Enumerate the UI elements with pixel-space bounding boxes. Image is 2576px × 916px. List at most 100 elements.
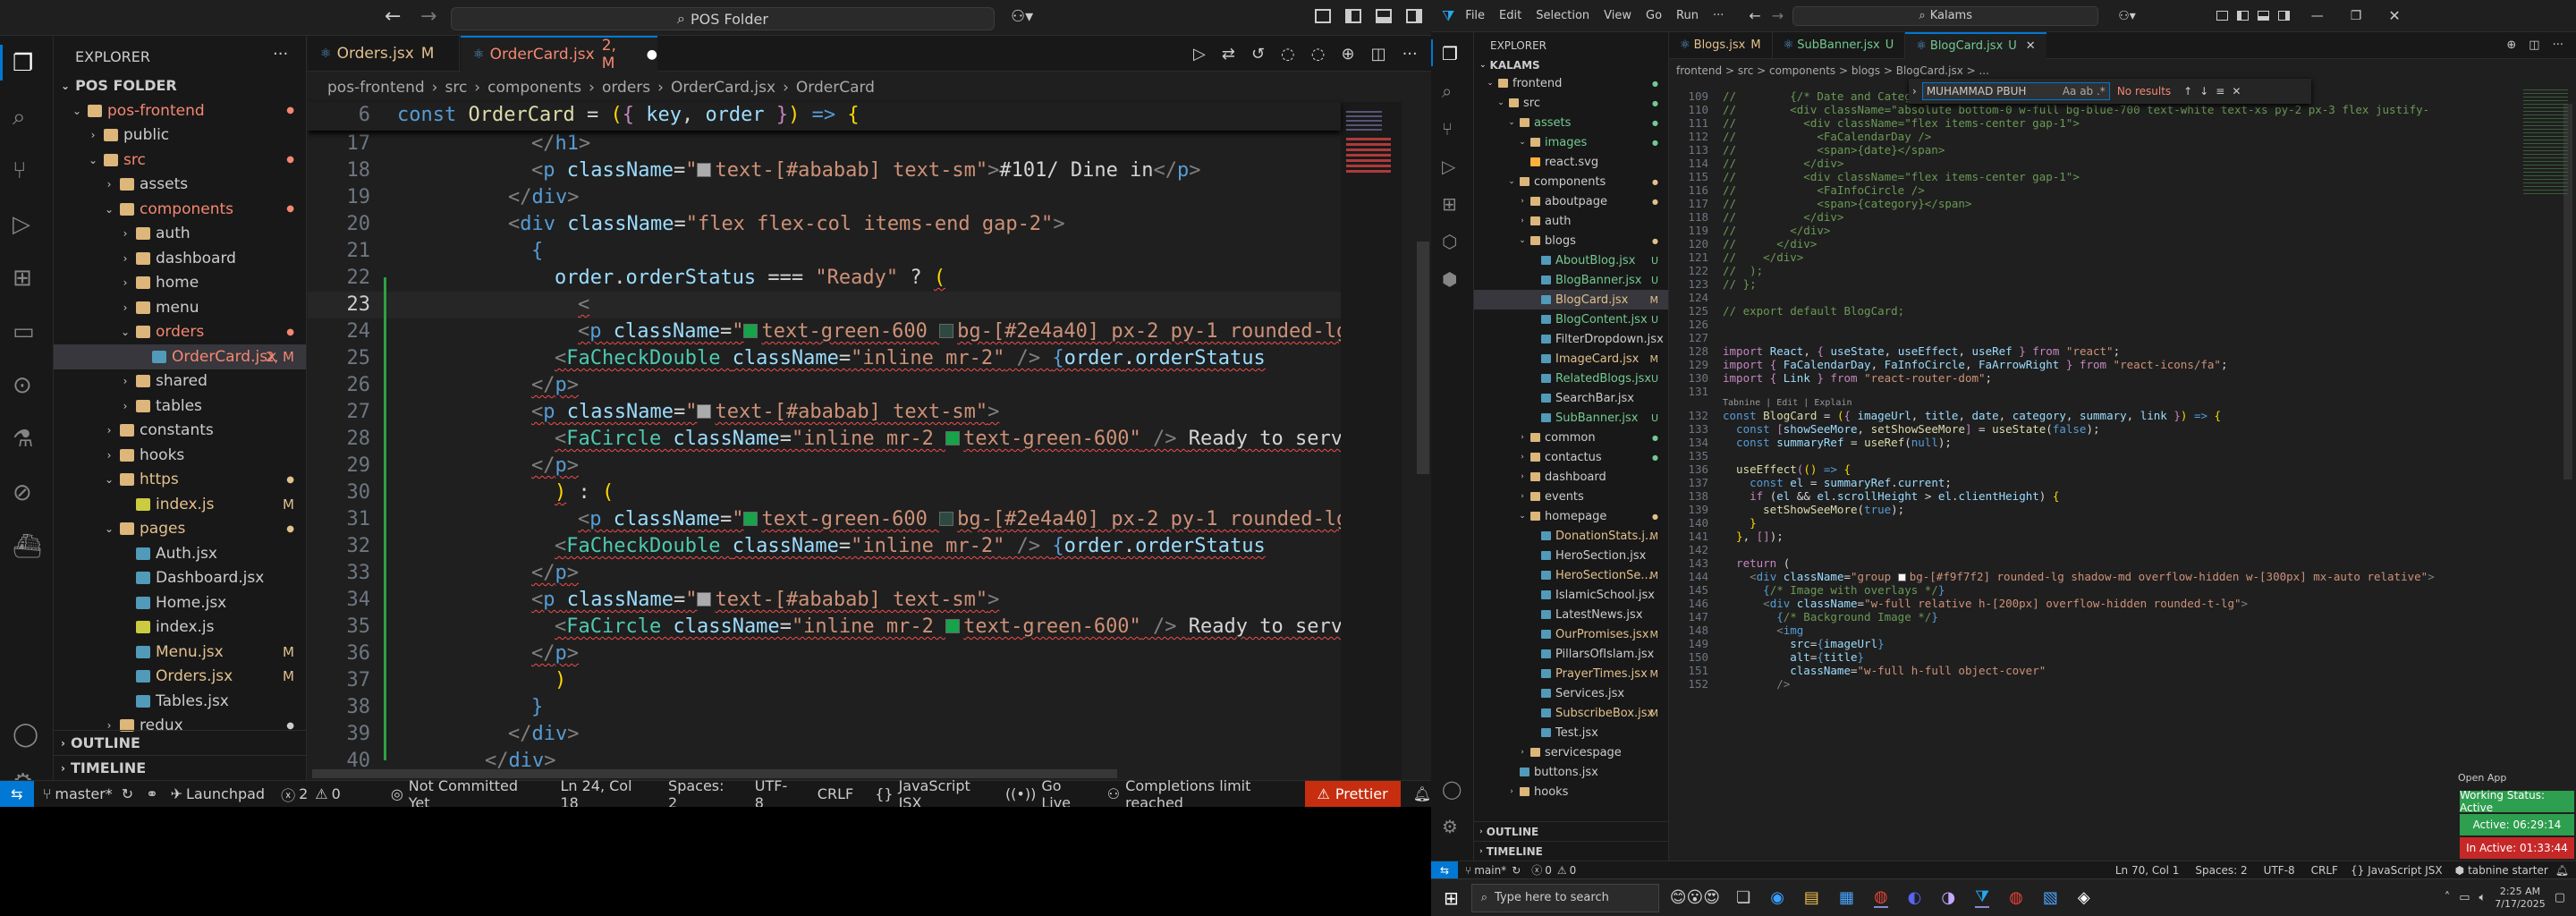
tree-item[interactable]: ⌄ components ●: [54, 197, 306, 222]
tree-item[interactable]: › events: [1474, 487, 1668, 506]
live-share-icon[interactable]: ⊘: [13, 479, 32, 506]
tree-item[interactable]: IslamicSchool.jsx: [1474, 585, 1668, 605]
completions-status[interactable]: Completions limit reached: [1125, 777, 1286, 808]
more-icon[interactable]: ···: [2553, 38, 2563, 52]
tree-item[interactable]: › dashboard: [54, 246, 306, 271]
line-endings[interactable]: CRLF: [818, 785, 853, 802]
open-changes-icon[interactable]: ⊕: [1341, 45, 1354, 64]
layout-toggle-icon[interactable]: [1315, 9, 1331, 23]
tree-item[interactable]: SubBanner.jsx U: [1474, 408, 1668, 428]
tree-item[interactable]: PrayerTimes.jsx M: [1474, 664, 1668, 683]
tree-item[interactable]: Dashboard.jsx: [54, 566, 306, 591]
tree-item[interactable]: react.svg: [1474, 152, 1668, 172]
tree-item[interactable]: BlogBanner.jsx U: [1474, 270, 1668, 290]
tree-item[interactable]: ⌄ https ●: [54, 468, 306, 493]
explorer-icon[interactable]: ❐: [1442, 43, 1458, 64]
tree-item[interactable]: › home: [54, 271, 306, 296]
tree-item[interactable]: HeroSectionSe... M: [1474, 565, 1668, 585]
next-change-icon[interactable]: ◌: [1311, 45, 1326, 64]
tree-item[interactable]: ⌄ frontend ●: [1474, 73, 1668, 93]
more-actions-icon[interactable]: ···: [273, 45, 288, 64]
timeline-section[interactable]: › TIMELINE: [1474, 841, 1668, 861]
toggle-panel-icon[interactable]: [2257, 11, 2269, 21]
root-folder-header[interactable]: ⌄ KALAMS: [1479, 59, 1540, 72]
remote-indicator[interactable]: ⇆: [0, 780, 34, 807]
volume-icon[interactable]: 🔈︎: [2479, 891, 2486, 904]
bell-icon[interactable]: 🔔︎: [1413, 785, 1431, 802]
tree-item[interactable]: Menu.jsx M: [54, 640, 306, 665]
chevron-right-icon[interactable]: ›: [1912, 85, 1917, 98]
tree-item[interactable]: PillarsOfIslam.jsx: [1474, 644, 1668, 664]
tree-item[interactable]: Test.jsx: [1474, 723, 1668, 742]
breadcrumb-item[interactable]: OrderCard: [796, 79, 875, 97]
tree-item[interactable]: ImageCard.jsx M: [1474, 349, 1668, 369]
tree-item[interactable]: AboutBlog.jsx U: [1474, 250, 1668, 270]
blame-status[interactable]: Not Committed Yet: [409, 777, 525, 808]
toggle-secondary-sidebar-icon[interactable]: [2277, 11, 2290, 21]
error-count[interactable]: 0: [1545, 864, 1552, 877]
discord-icon[interactable]: ◐: [1908, 888, 1922, 907]
explorer-icon[interactable]: ❐: [13, 50, 33, 77]
find-input[interactable]: MUHAMMAD PBUH Aa ab .*: [1921, 82, 2110, 100]
tree-item[interactable]: › assets: [54, 173, 306, 198]
forward-arrow-icon[interactable]: →: [1772, 7, 1784, 24]
warning-count[interactable]: 0: [332, 785, 341, 802]
sync-icon[interactable]: ↻: [122, 785, 133, 802]
tree-item[interactable]: Tables.jsx: [54, 689, 306, 714]
layout-toggle-icon[interactable]: [2216, 11, 2228, 21]
tab-blogs[interactable]: ⚛ Blogs.jsx M: [1669, 32, 1773, 59]
tab-ordercard[interactable]: ⚛ OrderCard.jsx 2, M ●: [461, 36, 657, 72]
file-explorer-icon[interactable]: ▤: [1804, 888, 1819, 907]
tree-item[interactable]: › hooks: [1474, 782, 1668, 802]
docker-icon[interactable]: ⛴: [13, 533, 42, 560]
source-control-icon[interactable]: ⑂: [13, 157, 27, 184]
indentation[interactable]: Spaces: 2: [2195, 864, 2247, 877]
search-view-icon[interactable]: ⌕: [13, 104, 26, 131]
tree-item[interactable]: LatestNews.jsx: [1474, 605, 1668, 624]
minimize-icon[interactable]: —: [2311, 9, 2324, 23]
tree-item[interactable]: › shared: [54, 369, 306, 394]
minimap[interactable]: [1341, 102, 1402, 780]
edge-icon[interactable]: ◉: [1770, 888, 1784, 907]
tree-item[interactable]: ⌄ pages ●: [54, 517, 306, 542]
emoji-widget-icon[interactable]: 😊😮😍: [1670, 888, 1720, 907]
open-changes-icon[interactable]: ⊕: [2506, 38, 2516, 52]
chrome-icon[interactable]: ◍: [1873, 887, 1888, 908]
menu-item[interactable]: Edit: [1499, 9, 1521, 22]
app-icon[interactable]: ◈: [2078, 888, 2090, 907]
tree-item[interactable]: SubscribeBox.jsx M: [1474, 703, 1668, 723]
breadcrumb-item[interactable]: components: [487, 79, 581, 97]
gitlens-icon[interactable]: ⊙: [13, 372, 32, 399]
language-mode[interactable]: JavaScript JSX: [2368, 864, 2442, 877]
tree-item[interactable]: Orders.jsx M: [54, 665, 306, 690]
tree-item[interactable]: ⌄ pos-frontend ●: [54, 98, 306, 123]
tree-item[interactable]: BlogCard.jsx M: [1474, 290, 1668, 310]
github-icon[interactable]: ◑: [1941, 888, 1955, 907]
back-arrow-icon[interactable]: ←: [1749, 7, 1760, 24]
tree-item[interactable]: › contactus ●: [1474, 447, 1668, 467]
tree-item[interactable]: buttons.jsx: [1474, 762, 1668, 782]
working-status-badge[interactable]: Working Status: Active: [2460, 789, 2574, 814]
cursor-position[interactable]: Ln 70, Col 1: [2115, 864, 2180, 877]
revert-icon[interactable]: ↺: [1251, 45, 1265, 64]
more-icon[interactable]: ···: [1402, 45, 1418, 64]
tree-item[interactable]: RelatedBlogs.jsx U: [1474, 369, 1668, 388]
tree-item[interactable]: › servicespage: [1474, 742, 1668, 762]
command-center-search[interactable]: ⌕ POS Folder: [451, 7, 995, 30]
close-tab-icon[interactable]: ✕: [2026, 39, 2036, 53]
tree-item[interactable]: FilterDropdown.jsx: [1474, 329, 1668, 349]
chevron-up-icon[interactable]: ˄: [2445, 891, 2451, 904]
store-icon[interactable]: ▦: [1839, 888, 1854, 907]
vertical-scrollbar[interactable]: [1417, 242, 1429, 474]
tabnine-icon[interactable]: ⬢: [1442, 268, 1457, 290]
tree-item[interactable]: SearchBar.jsx: [1474, 388, 1668, 408]
forward-arrow-icon[interactable]: →: [420, 5, 436, 28]
next-match-icon[interactable]: ↓: [2199, 85, 2208, 98]
network-icon[interactable]: ▭: [2459, 891, 2470, 904]
taskbar-search[interactable]: ⌕ Type here to search: [1470, 883, 1659, 912]
code-lines[interactable]: 109// {/* Date and Category Footer */} 1…: [1669, 89, 2510, 691]
match-case-icon[interactable]: Aa ab .*: [2063, 85, 2106, 98]
tree-item[interactable]: Services.jsx: [1474, 683, 1668, 703]
breadcrumb-item[interactable]: OrderCard.jsx: [671, 79, 775, 97]
tree-item[interactable]: OurPromises.jsx M: [1474, 624, 1668, 644]
